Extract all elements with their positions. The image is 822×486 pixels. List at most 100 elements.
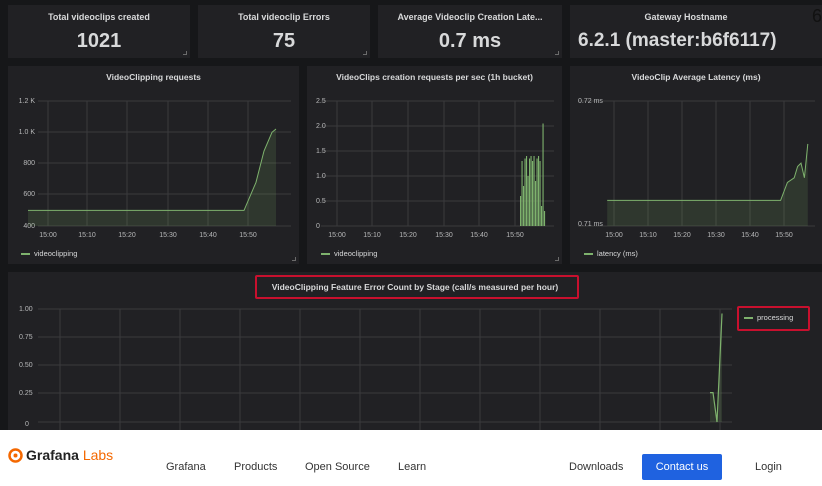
stat-panel-total-created[interactable]: Total videoclips created 1021 [8, 5, 190, 58]
x-tick-label: 15:50 [775, 232, 793, 239]
x-tick-label: 15:50 [239, 232, 257, 239]
rate-bar [544, 211, 546, 226]
resize-handle[interactable] [363, 51, 367, 55]
x-tick-label: 15:20 [673, 232, 691, 239]
grafana-dashboard: Total videoclips created 1021 Total vide… [0, 0, 822, 430]
stat-value: 75 [272, 30, 296, 52]
chart-rate: 2.5 2.0 1.5 1.0 0.5 0 15:00 15:10 15:20 … [316, 98, 554, 239]
legend-item[interactable]: videoclipping [321, 249, 377, 258]
stat-value: 1021 [76, 30, 122, 52]
rate-bar [523, 186, 525, 226]
stat-panel-avg-latency[interactable]: Average Videoclip Creation Late... 0.7 m… [378, 5, 562, 58]
legend-label: videoclipping [334, 249, 378, 258]
nav-link-products[interactable]: Products [234, 461, 277, 473]
rate-bar [539, 161, 541, 226]
series-line [28, 128, 277, 211]
legend-item[interactable]: videoclipping [21, 249, 77, 258]
x-tick-label: 15:10 [78, 232, 96, 239]
legend-swatch [21, 253, 30, 256]
y-tick-label: 0.71 ms [578, 221, 603, 228]
panel-creation-requests-rate[interactable]: VideoClips creation requests per sec (1h… [307, 66, 562, 264]
panel-title: VideoClipping Feature Error Count by Sta… [271, 282, 559, 292]
x-tick-label: 15:40 [470, 232, 488, 239]
stat-panel-gateway-hostname[interactable]: Gateway Hostname 6.2.1 (master:b6f6117) [570, 5, 822, 58]
rate-bar [533, 156, 535, 226]
stat-panel-total-errors[interactable]: Total videoclip Errors 75 [198, 5, 370, 58]
legend-label: processing [757, 313, 794, 322]
series-latency [607, 143, 809, 226]
logo-text-grafana: Grafana [26, 447, 79, 463]
nav-link-grafana[interactable]: Grafana [166, 461, 206, 473]
rate-bar [532, 161, 534, 226]
rate-bar [536, 158, 538, 226]
stat-title: Average Videoclip Creation Late... [397, 12, 543, 22]
logo-text-labs: Labs [82, 447, 114, 463]
rate-bar [535, 181, 537, 226]
x-tick-label: 15:30 [435, 232, 453, 239]
y-tick-label: 0.25 [19, 390, 33, 397]
y-tick-label: 0 [316, 223, 320, 230]
x-tick-label: 15:10 [363, 232, 381, 239]
y-tick-label: 600 [23, 191, 35, 198]
y-tick-label: 1.2 K [19, 98, 36, 105]
legend-label: videoclipping [34, 249, 78, 258]
x-tick-label: 15:30 [159, 232, 177, 239]
y-tick-label: 1.5 [316, 148, 326, 155]
series-videoclipping [28, 128, 277, 226]
rate-bar [524, 158, 526, 226]
panel-error-count-by-stage[interactable]: 1.00 0.75 0.50 0.25 0 VideoClipping Feat… [8, 272, 822, 430]
series-line [607, 143, 809, 201]
nav-link-learn[interactable]: Learn [398, 461, 426, 473]
y-tick-label: 0.72 ms [578, 98, 603, 105]
legend-item[interactable]: processing [744, 313, 793, 322]
grafana-labs-footer: Grafana Labs Grafana Products Open Sourc… [0, 430, 822, 486]
panel-videoclipping-requests[interactable]: VideoClipping requests 1.2 K 1.0 K 800 6… [8, 66, 299, 264]
x-tick-label: 15:40 [199, 232, 217, 239]
grafana-labs-logo[interactable]: Grafana Labs [8, 447, 113, 463]
series-area [28, 129, 276, 226]
stat-title: Gateway Hostname [644, 12, 728, 22]
chart-requests: 1.2 K 1.0 K 800 600 400 15:00 15:10 15:2… [19, 98, 291, 239]
y-tick-label: 0.5 [316, 198, 326, 205]
resize-handle[interactable] [183, 51, 187, 55]
rate-bar [542, 123, 544, 226]
nav-link-open-source[interactable]: Open Source [305, 461, 370, 473]
y-tick-label: 1.0 [316, 173, 326, 180]
rate-bar [530, 156, 532, 226]
stat-title: Total videoclip Errors [238, 12, 330, 22]
rate-bar [538, 156, 540, 226]
rate-bar [526, 156, 528, 226]
stat-title: Total videoclips created [48, 12, 150, 22]
legend-swatch [321, 253, 330, 256]
x-tick-label: 15:00 [605, 232, 623, 239]
y-tick-label: 2.5 [316, 98, 326, 105]
stat-value: 6.2.1 (master:b6f6117) [578, 30, 777, 51]
rate-bar [527, 176, 529, 226]
y-tick-label: 2.0 [316, 123, 326, 130]
grafana-logo-icon [8, 448, 23, 463]
rate-bar [541, 206, 543, 226]
x-tick-label: 15:30 [707, 232, 725, 239]
x-tick-label: 15:00 [39, 232, 57, 239]
contact-us-button[interactable]: Contact us [642, 454, 722, 480]
x-tick-label: 15:40 [741, 232, 759, 239]
clipped-text-fragment: 6 [812, 6, 822, 26]
y-tick-label: 0.75 [19, 334, 33, 341]
y-tick-label: 800 [23, 160, 35, 167]
resize-handle[interactable] [555, 51, 559, 55]
legend-swatch [744, 317, 753, 320]
resize-handle[interactable] [292, 257, 296, 261]
login-link[interactable]: Login [755, 461, 782, 473]
x-tick-label: 15:50 [506, 232, 524, 239]
resize-handle[interactable] [555, 257, 559, 261]
legend-item[interactable]: latency (ms) [584, 249, 638, 258]
legend-swatch [584, 253, 593, 256]
rate-bar [529, 158, 531, 226]
nav-link-downloads[interactable]: Downloads [569, 461, 623, 473]
x-tick-label: 15:00 [328, 232, 346, 239]
chart-latency: 0.72 ms 0.71 ms 15:00 15:10 15:20 15:30 … [578, 98, 815, 239]
panel-average-latency[interactable]: VideoClip Average Latency (ms) 0.72 ms 0… [570, 66, 822, 264]
series-area [607, 143, 808, 226]
rate-bar [520, 196, 522, 226]
rate-bar [521, 161, 523, 226]
